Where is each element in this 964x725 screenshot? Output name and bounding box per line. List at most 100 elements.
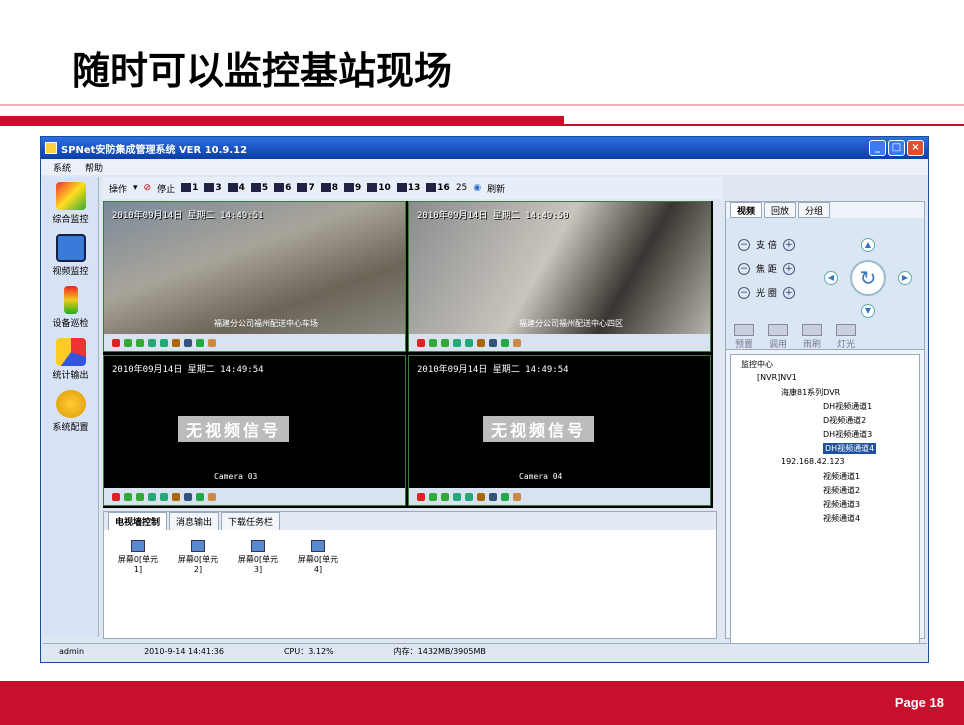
tab-group[interactable]: 分组 [798,202,831,218]
save-icon[interactable] [196,492,204,501]
tree-channel[interactable]: 视频通道4 [823,513,860,524]
stop-icon[interactable] [112,492,120,501]
screen-unit-1[interactable]: 屏幕0[单元 1] [112,540,164,574]
layout-9-button[interactable]: 9 [343,183,361,193]
nav-overview[interactable]: 综合监控 [43,177,98,229]
tab-tv-wall[interactable]: 电视墙控制 [108,512,168,530]
stop-icon[interactable] [112,338,120,347]
pencil-icon[interactable] [477,492,485,501]
tree-channel[interactable]: 视频通道1 [823,471,860,482]
tree-channel[interactable]: DH视频通道1 [823,401,872,412]
plus-icon[interactable]: + [782,286,795,299]
light-button[interactable]: 灯光 [836,324,856,350]
plus-icon[interactable]: + [782,262,795,275]
layout-5-button[interactable]: 5 [250,183,268,193]
zoom-in-icon[interactable] [148,492,156,501]
arrow-left-icon[interactable]: ◀ [824,271,838,285]
auto-rotate-icon[interactable]: ↻ [850,260,886,296]
layout-1-button[interactable]: 1 [181,183,198,193]
tree-nvr[interactable]: [NVR]NV1 [757,373,797,382]
layers-icon[interactable] [208,492,216,501]
layout-13-button[interactable]: 13 [396,183,420,193]
clock-icon[interactable] [489,338,497,347]
play-icon[interactable] [441,338,449,347]
save-icon[interactable] [196,338,204,347]
play-icon[interactable] [429,338,437,347]
window-titlebar[interactable]: SPNet安防集成管理系统 VER 10.9.12 _ □ × [41,137,928,159]
zoom-out-icon[interactable] [160,492,168,501]
layout-25-button[interactable]: 25 [456,183,467,193]
layers-icon[interactable] [208,338,216,347]
layout-10-button[interactable]: 10 [367,183,391,193]
stop-button[interactable]: 停止 [157,182,175,195]
arrow-down-icon[interactable]: ▼ [861,304,875,318]
stop-icon[interactable] [417,338,425,347]
tree-dvr-1[interactable]: 海康81系列DVR [781,387,840,398]
tab-video[interactable]: 视频 [730,202,763,218]
zoom-out-icon[interactable] [465,492,473,501]
screen-unit-4[interactable]: 屏幕0[单元 4] [292,540,344,574]
refresh-button[interactable]: 刷新 [487,182,505,195]
preset-call-button[interactable]: 调用 [768,324,788,350]
menu-help[interactable]: 帮助 [85,161,103,174]
layers-icon[interactable] [513,338,521,347]
operate-menu[interactable]: 操作 [109,182,127,195]
play-icon[interactable] [136,492,144,501]
screen-unit-3[interactable]: 屏幕0[单元 3] [232,540,284,574]
tree-channel[interactable]: 视频通道3 [823,499,860,510]
layout-4-button[interactable]: 4 [227,183,245,193]
pencil-icon[interactable] [477,338,485,347]
nav-video[interactable]: 视频监控 [43,229,98,281]
zoom-out-icon[interactable] [465,338,473,347]
arrow-up-icon[interactable]: ▲ [861,238,875,252]
pencil-icon[interactable] [172,338,180,347]
tree-channel-selected[interactable]: DH视频通道4 [823,443,877,454]
play-icon[interactable] [136,338,144,347]
tree-channel[interactable]: DH视频通道3 [823,429,872,440]
clock-icon[interactable] [489,492,497,501]
layout-3-button[interactable]: 3 [204,183,222,193]
tree-channel[interactable]: D视频通道2 [823,415,866,426]
layout-7-button[interactable]: 7 [297,183,315,193]
maximize-button[interactable]: □ [888,140,905,156]
layers-icon[interactable] [513,492,521,501]
video-cell-4[interactable]: 2010年09月14日 星期二 14:49:54 无视频信号 Camera 04 [408,355,711,506]
play-icon[interactable] [124,492,132,501]
zoom-in-icon[interactable] [148,338,156,347]
nav-inspect[interactable]: 设备巡检 [43,281,98,333]
play-icon[interactable] [124,338,132,347]
play-icon[interactable] [441,492,449,501]
nav-config[interactable]: 系统配置 [43,385,98,437]
plus-icon[interactable]: + [782,238,795,251]
clock-icon[interactable] [184,492,192,501]
layout-16-button[interactable]: 16 [426,183,450,193]
minus-icon[interactable]: − [738,238,750,251]
zoom-out-icon[interactable] [160,338,168,347]
screen-unit-2[interactable]: 屏幕0[单元 2] [172,540,224,574]
minus-icon[interactable]: − [738,286,750,299]
tree-channel[interactable]: 视频通道2 [823,485,860,496]
tree-dvr-2[interactable]: 192.168.42.123 [781,457,845,466]
tab-messages[interactable]: 消息输出 [169,512,220,530]
minus-icon[interactable]: − [738,262,750,275]
menu-system[interactable]: 系统 [53,161,71,174]
video-cell-2[interactable]: 2010年09月14日 星期二 14:49:50 福建分公司福州配送中心四区 [408,201,711,352]
preset-set-button[interactable]: 预置 [734,324,754,350]
tab-downloads[interactable]: 下载任务栏 [221,512,281,530]
stop-icon[interactable] [417,492,425,501]
close-button[interactable]: × [907,140,924,156]
nav-stats[interactable]: 统计输出 [43,333,98,385]
layout-8-button[interactable]: 8 [320,183,338,193]
tab-playback[interactable]: 回放 [764,202,797,218]
pencil-icon[interactable] [172,492,180,501]
play-icon[interactable] [429,492,437,501]
clock-icon[interactable] [184,338,192,347]
layout-6-button[interactable]: 6 [274,183,291,193]
video-cell-3[interactable]: 2010年09月14日 星期二 14:49:54 无视频信号 Camera 03 [103,355,406,506]
save-icon[interactable] [501,338,509,347]
tree-root[interactable]: 监控中心 [741,359,773,370]
wiper-button[interactable]: 雨刷 [802,324,822,350]
zoom-in-icon[interactable] [453,338,461,347]
video-cell-1[interactable]: 2010年09月14日 星期二 14:49:51 福建分公司福州配送中心车场 [103,201,406,352]
minimize-button[interactable]: _ [869,140,886,156]
